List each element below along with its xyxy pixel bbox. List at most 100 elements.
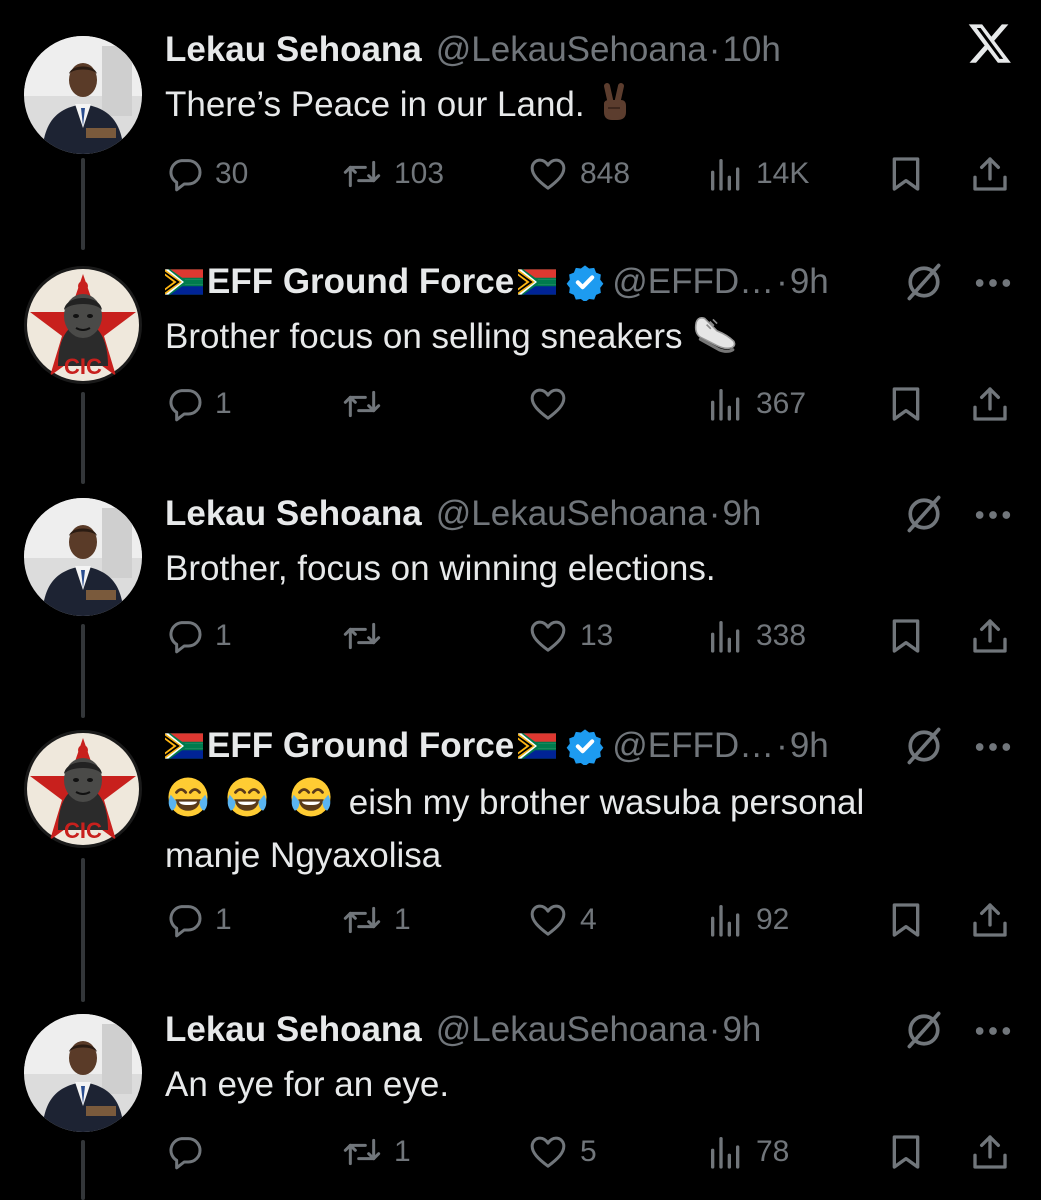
author-name[interactable]: EFF Ground Force — [207, 262, 514, 302]
retweet-icon — [340, 1132, 384, 1172]
bookmark-icon — [886, 900, 926, 940]
sa-flag-icon — [165, 269, 203, 295]
sa-flag-icon — [165, 733, 203, 759]
avatar[interactable] — [24, 36, 142, 154]
avatar-badge: CIC — [64, 354, 102, 379]
like-button[interactable] — [526, 384, 580, 424]
grok-icon[interactable] — [902, 260, 946, 304]
share-icon — [970, 900, 1010, 940]
timestamp[interactable]: 9h — [722, 1010, 761, 1050]
bookmark-button[interactable] — [886, 616, 926, 656]
grok-icon[interactable] — [902, 492, 946, 536]
more-icon[interactable] — [973, 1024, 1013, 1038]
reply-icon — [165, 154, 205, 194]
share-icon — [970, 1132, 1010, 1172]
share-button[interactable] — [970, 1132, 1010, 1172]
share-icon — [970, 616, 1010, 656]
views-icon — [706, 1132, 746, 1172]
like-button[interactable]: 4 — [526, 900, 597, 940]
avatar-badge: CIC — [64, 818, 102, 843]
like-icon — [526, 384, 570, 424]
retweet-icon — [340, 154, 384, 194]
laughing-tears-emoji — [165, 774, 211, 820]
views-button[interactable]: 14K — [706, 154, 809, 194]
tweet-header: Lekau Sehoana @LekauSehoana · 9h — [165, 1008, 1011, 1052]
retweet-icon — [340, 900, 384, 940]
reply-icon — [165, 616, 205, 656]
separator: · — [776, 726, 788, 765]
more-icon[interactable] — [973, 740, 1013, 754]
retweet-button[interactable]: 1 — [340, 900, 411, 940]
grok-icon[interactable] — [902, 724, 946, 768]
tweet-actions: 1 367 — [0, 384, 1041, 428]
timestamp[interactable]: 9h — [790, 726, 829, 766]
sa-flag-icon — [518, 269, 556, 295]
laughing-tears-emoji — [211, 774, 275, 820]
retweet-button[interactable]: 1 — [340, 1132, 411, 1172]
bookmark-button[interactable] — [886, 384, 926, 424]
views-button[interactable]: 338 — [706, 616, 806, 656]
retweet-button[interactable] — [340, 384, 394, 424]
views-button[interactable]: 367 — [706, 384, 806, 424]
timestamp[interactable]: 9h — [790, 262, 829, 302]
avatar[interactable]: CIC — [24, 730, 142, 848]
bookmark-button[interactable] — [886, 900, 926, 940]
share-button[interactable] — [970, 616, 1010, 656]
timestamp[interactable]: 10h — [722, 30, 780, 70]
author-handle[interactable]: @LekauSehoana — [436, 494, 707, 534]
bookmark-button[interactable] — [886, 1132, 926, 1172]
tweet-header: Lekau Sehoana @LekauSehoana · 9h — [165, 492, 1011, 536]
like-icon — [526, 900, 570, 940]
like-button[interactable]: 5 — [526, 1132, 597, 1172]
reply-button[interactable] — [165, 1132, 215, 1172]
laughing-tears-emoji — [275, 774, 339, 820]
more-icon[interactable] — [973, 276, 1013, 290]
tweet-text: eish my brother wasuba personal manje Ng… — [165, 774, 961, 882]
bookmark-icon — [886, 616, 926, 656]
author-name[interactable]: EFF Ground Force — [207, 726, 514, 766]
tweet-actions: 30 103 848 14K — [0, 154, 1041, 198]
author-handle[interactable]: @LekauSehoana — [436, 1010, 707, 1050]
author-name[interactable]: Lekau Sehoana — [165, 30, 422, 70]
tweet-header: EFF Ground Force @EFFD… · 9h — [165, 260, 1011, 304]
timestamp[interactable]: 9h — [722, 494, 761, 534]
tweet-header: Lekau Sehoana @LekauSehoana · 10h — [165, 28, 1011, 72]
like-button[interactable]: 848 — [526, 154, 630, 194]
author-handle[interactable]: @EFFD… — [612, 262, 774, 302]
author-handle[interactable]: @EFFD… — [612, 726, 774, 766]
tweet-actions: 1 5 78 — [0, 1132, 1041, 1176]
share-button[interactable] — [970, 900, 1010, 940]
views-icon — [706, 154, 746, 194]
reply-icon — [165, 1132, 205, 1172]
reply-button[interactable]: 1 — [165, 616, 232, 656]
retweet-button[interactable]: 103 — [340, 154, 444, 194]
like-button[interactable]: 13 — [526, 616, 613, 656]
reply-button[interactable]: 1 — [165, 384, 232, 424]
retweet-icon — [340, 616, 384, 656]
share-button[interactable] — [970, 154, 1010, 194]
x-logo-icon — [968, 24, 1011, 63]
sa-flag-icon — [518, 733, 556, 759]
views-button[interactable]: 92 — [706, 900, 789, 940]
author-name[interactable]: Lekau Sehoana — [165, 1010, 422, 1050]
avatar[interactable] — [24, 498, 142, 616]
separator: · — [708, 30, 721, 69]
reply-icon — [165, 384, 205, 424]
more-icon[interactable] — [973, 508, 1013, 522]
verified-icon — [566, 727, 604, 765]
bookmark-button[interactable] — [886, 154, 926, 194]
author-name[interactable]: Lekau Sehoana — [165, 494, 422, 534]
separator: · — [708, 494, 721, 533]
tweet-text: An eye for an eye. — [165, 1065, 450, 1104]
reply-button[interactable]: 1 — [165, 900, 232, 940]
reply-button[interactable]: 30 — [165, 154, 248, 194]
reply-icon — [165, 900, 205, 940]
avatar[interactable] — [24, 1014, 142, 1132]
views-button[interactable]: 78 — [706, 1132, 789, 1172]
views-icon — [706, 384, 746, 424]
share-button[interactable] — [970, 384, 1010, 424]
author-handle[interactable]: @LekauSehoana — [436, 30, 707, 70]
retweet-button[interactable] — [340, 616, 394, 656]
grok-icon[interactable] — [902, 1008, 946, 1052]
avatar[interactable]: CIC — [24, 266, 142, 384]
